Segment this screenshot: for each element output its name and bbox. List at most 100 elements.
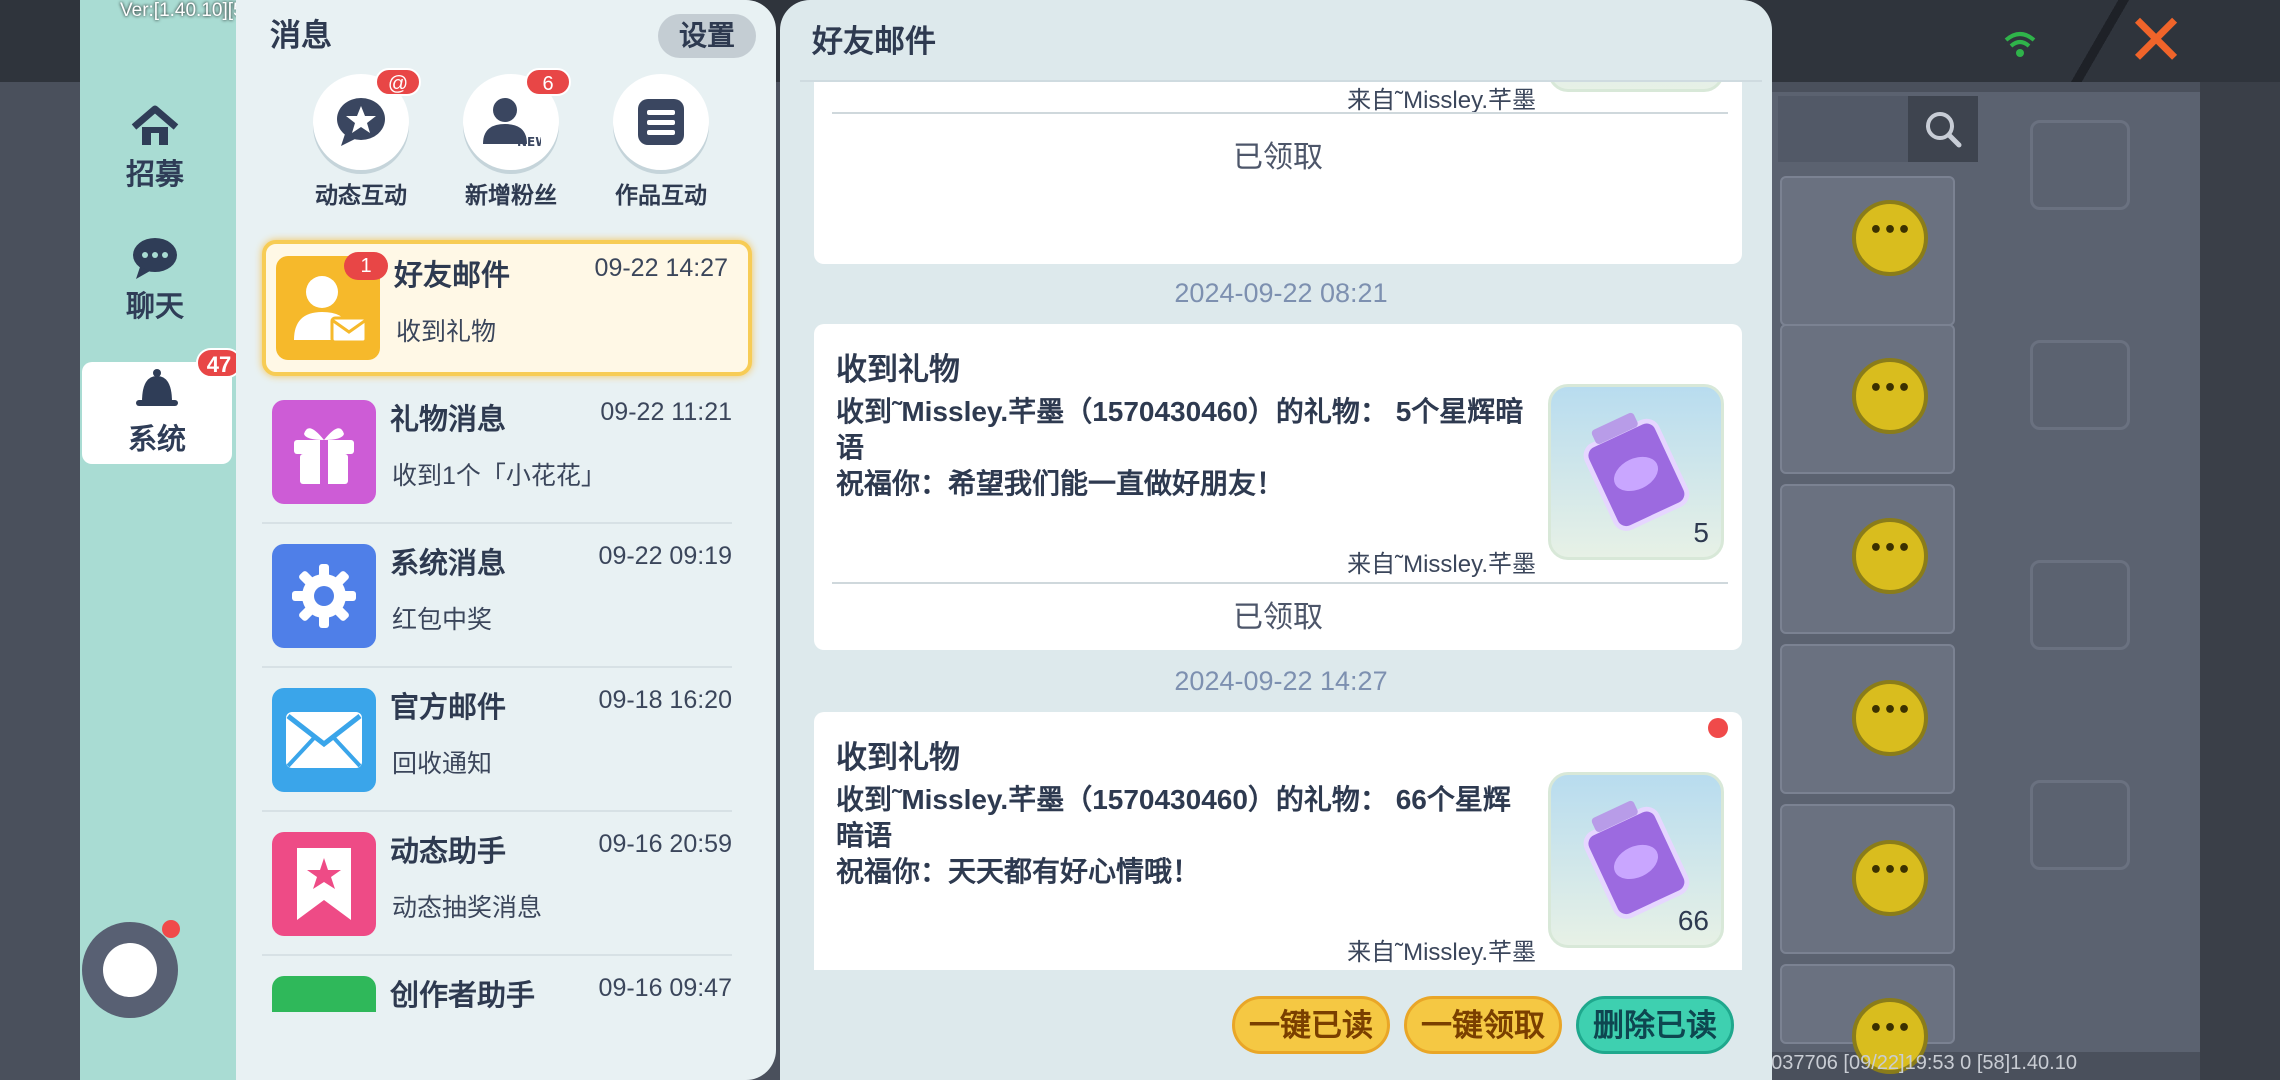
mail-card-body: 收到˜Missley.芊墨（1570430460）的礼物： 5个星辉暗语 祝福你… xyxy=(836,394,1536,502)
item-time: 09-22 11:21 xyxy=(600,398,732,426)
panel-title: 好友邮件 xyxy=(812,24,936,59)
item-title: 创作者助手 xyxy=(390,980,536,1012)
list-item-creator-assistant[interactable]: 创作者助手 09-16 09:47 xyxy=(262,964,752,1012)
mail-card-title: 收到礼物 xyxy=(836,740,960,775)
panel-title: 消息 xyxy=(270,18,332,53)
chat-bubble-icon xyxy=(1852,518,1928,594)
mail-sender: 来自˜Missley.芊墨 xyxy=(1347,939,1536,966)
item-title: 好友邮件 xyxy=(394,260,511,292)
decor-icon xyxy=(2030,780,2130,870)
decor-icon xyxy=(2030,120,2130,210)
list-item-dynamic-assistant[interactable]: 动态助手 09-16 20:59 动态抽奖消息 xyxy=(262,820,752,956)
item-preview: 回收通知 xyxy=(392,750,493,778)
game-side-strip xyxy=(2200,82,2280,1080)
delete-read-button[interactable]: 删除已读 xyxy=(1576,996,1734,1054)
mail-sender: 来自˜Missley.芊墨 xyxy=(1347,551,1536,578)
settings-button[interactable]: 设置 xyxy=(658,14,756,58)
item-title: 动态助手 xyxy=(390,836,507,868)
list-item-system-messages[interactable]: 系统消息 09-22 09:19 红包中奖 xyxy=(262,532,752,668)
quick-action-dynamic[interactable]: @ 动态互动 xyxy=(296,68,426,210)
claim-all-button[interactable]: 一键领取 xyxy=(1404,996,1562,1054)
close-icon: ✕ xyxy=(2125,0,2187,82)
list-clip-area: 创作者助手 09-16 09:47 xyxy=(236,964,776,1012)
svg-text:NEW: NEW xyxy=(517,135,541,149)
mail-card: 收到礼物 收到˜Missley.芊墨（1570430460）的礼物： 66个星辉… xyxy=(814,712,1742,970)
gift-wish: 祝福你：希望我们能一直做好朋友！ xyxy=(836,468,1285,499)
gift-quantity: 66 xyxy=(1677,905,1709,936)
nav-item-recruit[interactable]: 招募 xyxy=(80,96,230,200)
close-button[interactable]: ✕ xyxy=(2120,4,2192,76)
nav-label: 招募 xyxy=(125,159,184,191)
item-time: 09-16 20:59 xyxy=(598,830,732,858)
search-icon xyxy=(1908,96,1978,162)
creator-icon xyxy=(272,976,376,1012)
divider xyxy=(832,582,1728,584)
claimed-status: 已领取 xyxy=(1233,141,1323,174)
home-icon xyxy=(131,105,179,145)
side-nav: 招募 聊天 系统 xyxy=(80,0,240,1080)
item-time: 09-18 16:20 xyxy=(598,686,732,714)
assistant-icon xyxy=(103,943,157,997)
mail-date: 2024-09-22 08:21 xyxy=(1174,278,1388,308)
quick-action-label: 动态互动 xyxy=(315,182,407,208)
chat-bubble-icon xyxy=(1852,680,1928,756)
item-preview: 动态抽奖消息 xyxy=(392,894,543,922)
mail-date: 2024-09-22 14:27 xyxy=(1174,666,1388,696)
quick-action-new-fans[interactable]: NEW 6 新增粉丝 xyxy=(446,68,576,210)
new-fan-icon: NEW xyxy=(483,98,541,149)
gift-quantity: 5 xyxy=(1693,517,1709,548)
item-time: 09-16 09:47 xyxy=(598,974,732,1002)
chat-bubble-icon xyxy=(133,238,177,279)
item-title: 官方邮件 xyxy=(390,692,507,724)
gear-icon xyxy=(272,544,376,648)
claimed-status[interactable]: 已领取 xyxy=(814,592,1742,636)
gift-icon xyxy=(272,400,376,504)
bookmark-icon xyxy=(272,832,376,936)
floating-assistant-button[interactable] xyxy=(82,922,178,1018)
mail-scroll-area[interactable]: 1 来自˜Missley.芊墨 已领取 2024-09-22 08:21 收到礼… xyxy=(800,80,1762,970)
gift-wish: 祝福你：天天都有好心情哦！ xyxy=(836,856,1201,887)
new-fans-badge: 6 xyxy=(525,68,571,96)
bell-icon xyxy=(136,369,178,406)
item-preview: 收到礼物 xyxy=(396,318,497,346)
mention-badge: @ xyxy=(375,68,421,96)
quick-action-label: 作品互动 xyxy=(615,182,707,208)
item-preview: 红包中奖 xyxy=(392,606,493,634)
quick-action-label: 新增粉丝 xyxy=(465,182,557,208)
notification-dot xyxy=(162,920,180,938)
nav-label: 聊天 xyxy=(125,291,184,323)
divider xyxy=(262,666,732,668)
chat-bubble-icon xyxy=(1852,840,1928,916)
mark-all-read-button[interactable]: 一键已读 xyxy=(1232,996,1390,1054)
list-item-gift-messages[interactable]: 礼物消息 09-22 11:21 收到1个「小花花」 xyxy=(262,388,752,524)
star-bubble-icon xyxy=(337,98,385,146)
mail-card: 1 来自˜Missley.芊墨 已领取 xyxy=(814,80,1742,264)
divider xyxy=(262,522,732,524)
gift-quantity: 1 xyxy=(1693,80,1709,81)
list-item-friend-mail[interactable]: 好友邮件 09-22 14:27 收到礼物 xyxy=(262,240,752,376)
nav-item-chat[interactable]: 聊天 xyxy=(80,228,230,332)
mail-card-title: 收到礼物 xyxy=(836,352,960,387)
item-time: 09-22 09:19 xyxy=(598,542,732,570)
gift-image: 66 xyxy=(1548,772,1724,948)
decor-icon xyxy=(2030,340,2130,430)
status-bar-text: 3037706 [09/22]19:53 0 [58]1.40.10 xyxy=(1760,1052,2077,1074)
divider xyxy=(832,112,1728,114)
item-title: 系统消息 xyxy=(390,548,507,580)
item-title: 礼物消息 xyxy=(390,404,507,436)
gift-description: 收到˜Missley.芊墨（1570430460）的礼物： 66个星辉暗语 xyxy=(836,784,1511,851)
gift-description: 收到˜Missley.芊墨（1570430460）的礼物： 5个星辉暗语 xyxy=(836,396,1524,463)
avatar-gift-image: 1 xyxy=(1548,80,1724,92)
unread-badge: 1 xyxy=(344,252,388,280)
list-item-official-mail[interactable]: 官方邮件 09-18 16:20 回收通知 xyxy=(262,676,752,812)
mail-card: 收到礼物 收到˜Missley.芊墨（1570430460）的礼物： 5个星辉暗… xyxy=(814,324,1742,650)
chat-bubble-icon xyxy=(1852,358,1928,434)
mail-sender: 来自˜Missley.芊墨 xyxy=(1347,87,1536,114)
divider xyxy=(262,954,732,956)
quick-action-works[interactable]: 作品互动 xyxy=(596,74,726,210)
item-time: 09-22 14:27 xyxy=(594,254,728,282)
item-preview: 收到1个「小花花」 xyxy=(392,462,606,490)
nav-label: 系统 xyxy=(127,424,186,456)
wifi-icon xyxy=(2004,32,2036,57)
mail-card-body: 收到˜Missley.芊墨（1570430460）的礼物： 66个星辉暗语 祝福… xyxy=(836,782,1536,890)
